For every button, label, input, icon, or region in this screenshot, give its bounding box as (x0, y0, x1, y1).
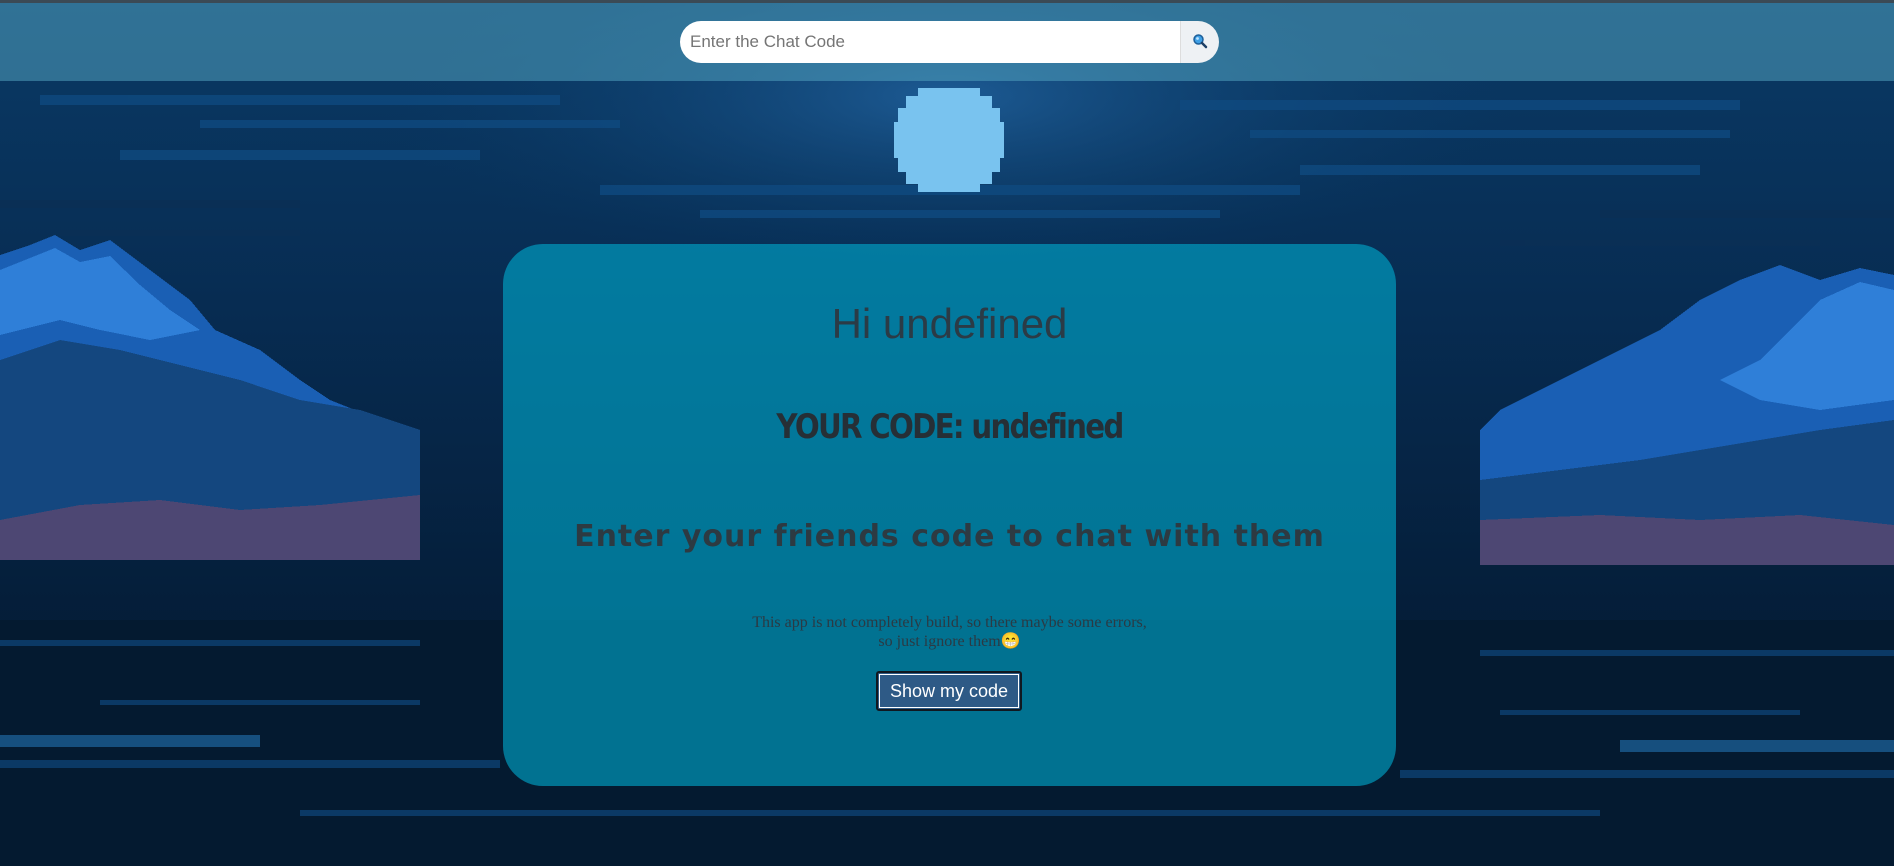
search-button[interactable] (1180, 21, 1219, 63)
search-icon (1192, 33, 1208, 52)
chat-code-search (680, 21, 1219, 63)
greeting-heading: Hi undefined (831, 300, 1068, 347)
grin-emoji-icon: 😁 (1000, 633, 1021, 650)
welcome-card: Hi undefined YOUR CODE: undefined Enter … (503, 244, 1396, 786)
notice-line-2: so just ignore them😁 (503, 632, 1396, 651)
chat-code-input[interactable] (680, 21, 1180, 63)
your-code-heading: YOUR CODE: undefined (776, 407, 1124, 447)
notice-line-1: This app is not completely build, so the… (752, 614, 1147, 631)
notice-line-2-text: so just ignore them (878, 633, 1001, 650)
notice-text: This app is not completely build, so the… (503, 613, 1396, 651)
instruction-text: Enter your friends code to chat with the… (574, 519, 1325, 554)
show-my-code-button[interactable]: Show my code (876, 671, 1022, 711)
top-border (0, 0, 1894, 3)
